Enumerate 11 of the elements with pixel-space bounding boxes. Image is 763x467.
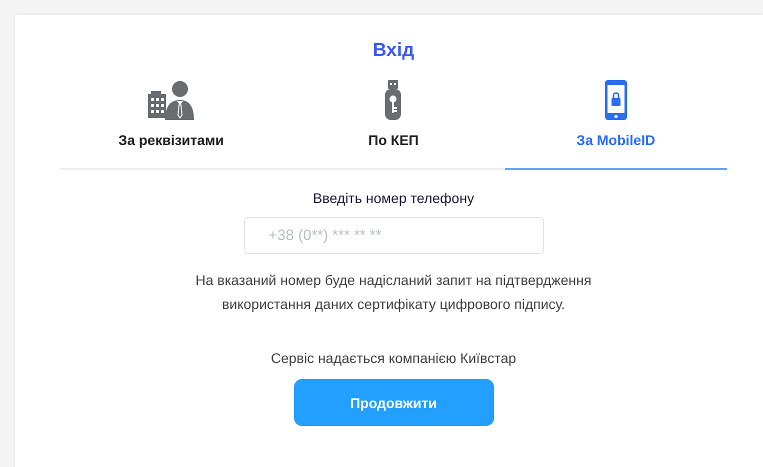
login-tab[interactable]: За реквізитами — [60, 80, 282, 170]
login-title: Вхід — [372, 40, 414, 62]
phone-label: Введіть номер телефону — [312, 190, 474, 206]
provider-note: Сервіс надається компанією Київстар — [270, 350, 516, 366]
login-tab[interactable]: За MobileID — [504, 80, 727, 170]
login-tab[interactable]: По КЕП — [282, 80, 505, 170]
phone-lock-icon — [604, 80, 627, 120]
building-person-icon — [148, 80, 194, 120]
phone-input-field[interactable]: +38 (0**) *** ** ** — [244, 217, 544, 254]
usb-key-icon — [385, 80, 402, 120]
confirmation-note: На вказаний номер буде надісланий запит на підтвердження використання даних сертифікату цифрового підпису. — [194, 271, 592, 314]
